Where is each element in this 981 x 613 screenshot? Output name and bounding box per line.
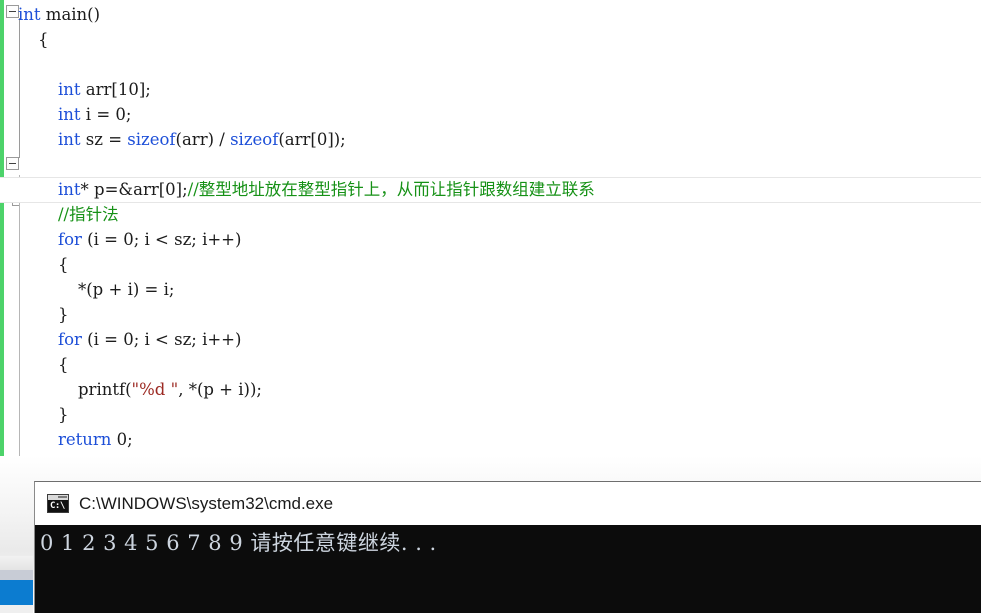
code-line-text: { xyxy=(0,252,69,277)
code-line-text: //指针法 xyxy=(0,202,119,227)
taskbar-nub-bottom xyxy=(0,605,33,613)
cmd-console-icon: C:\ xyxy=(47,494,69,513)
code-line-text: for (i = 0; i < sz; i++) xyxy=(0,227,241,252)
code-token-kw: for xyxy=(58,330,82,349)
code-line-text: { xyxy=(0,27,49,52)
code-token-pun: { xyxy=(58,355,69,374)
code-token-pun: } xyxy=(58,405,69,424)
code-token-pun: } xyxy=(58,305,69,324)
code-line-text: return 0; xyxy=(0,427,133,452)
code-token-str: "%d " xyxy=(131,380,179,399)
code-line[interactable] xyxy=(0,52,981,77)
code-token-kw: int xyxy=(58,180,81,199)
code-line-text: { xyxy=(0,352,69,377)
code-token-pun: (arr) / xyxy=(175,130,231,149)
code-line[interactable]: int main() xyxy=(0,2,981,27)
code-token-cmt: //指针法 xyxy=(58,205,119,224)
console-output-area[interactable]: 0 1 2 3 4 5 6 7 8 9 请按任意键继续. . . xyxy=(35,525,981,613)
code-line[interactable]: } xyxy=(0,302,981,327)
code-line[interactable]: for (i = 0; i < sz; i++) xyxy=(0,327,981,352)
code-token-pun: sz = xyxy=(80,130,128,149)
code-token-pun: * p=&arr[0]; xyxy=(80,180,188,199)
console-output-line: 0 1 2 3 4 5 6 7 8 9 请按任意键继续. . . xyxy=(40,531,437,555)
code-token-pun: printf( xyxy=(78,380,132,399)
code-line[interactable]: //指针法 xyxy=(0,202,981,227)
code-line[interactable]: { xyxy=(0,352,981,377)
code-token-pun: arr[10]; xyxy=(80,80,151,99)
console-window[interactable]: C:\ C:\WINDOWS\system32\cmd.exe 0 1 2 3 … xyxy=(34,481,981,613)
code-line-text: *(p + i) = i; xyxy=(0,277,174,302)
code-token-cmt: //整型地址放在整型指针上，从而让指针跟数组建立联系 xyxy=(187,180,595,199)
code-line-text: int i = 0; xyxy=(0,102,131,127)
code-line-text: } xyxy=(0,402,69,427)
code-token-pun: 0; xyxy=(111,430,133,449)
console-title-text: C:\WINDOWS\system32\cmd.exe xyxy=(79,493,334,513)
code-token-kw: int xyxy=(58,130,81,149)
cmd-icon-prompt: C:\ xyxy=(50,501,65,511)
code-token-kw: return xyxy=(58,430,112,449)
code-token-pun: { xyxy=(58,255,69,274)
code-token-pun: { xyxy=(38,30,49,49)
code-line[interactable]: int arr[10]; xyxy=(0,77,981,102)
code-token-kw: sizeof xyxy=(230,130,279,149)
code-token-pun: (arr[0]); xyxy=(278,130,346,149)
code-token-pun: *(p + i) = i; xyxy=(78,280,175,299)
code-token-kw: sizeof xyxy=(127,130,176,149)
code-line[interactable]: *(p + i) = i; xyxy=(0,277,981,302)
code-line-text: for (i = 0; i < sz; i++) xyxy=(0,327,241,352)
code-token-pun: (i = 0; i < sz; i++) xyxy=(81,230,242,249)
code-token-kw: int xyxy=(58,80,81,99)
code-line-text: int* p=&arr[0];//整型地址放在整型指针上，从而让指针跟数组建立联… xyxy=(0,178,595,202)
console-titlebar[interactable]: C:\ C:\WINDOWS\system32\cmd.exe xyxy=(35,482,981,525)
code-line[interactable]: int i = 0; xyxy=(0,102,981,127)
code-line[interactable]: for (i = 0; i < sz; i++) xyxy=(0,227,981,252)
code-line[interactable]: int* p=&arr[0];//整型地址放在整型指针上，从而让指针跟数组建立联… xyxy=(0,177,981,203)
code-line-text: } xyxy=(0,302,69,327)
code-line[interactable]: return 0; xyxy=(0,427,981,452)
code-token-kw: int xyxy=(18,5,41,24)
code-line-text: int sz = sizeof(arr) / sizeof(arr[0]); xyxy=(0,127,346,152)
code-line[interactable]: printf("%d ", *(p + i)); xyxy=(0,377,981,402)
code-line[interactable]: { xyxy=(0,252,981,277)
code-token-pun: , *(p + i)); xyxy=(178,380,262,399)
code-line[interactable] xyxy=(0,152,981,177)
code-line[interactable]: { xyxy=(0,27,981,52)
code-line-text: printf("%d ", *(p + i)); xyxy=(0,377,262,402)
taskbar-edge[interactable] xyxy=(0,556,33,613)
taskbar-nub-top xyxy=(0,556,33,570)
taskbar-nub-grey xyxy=(0,570,33,580)
code-line[interactable]: int sz = sizeof(arr) / sizeof(arr[0]); xyxy=(0,127,981,152)
code-editor[interactable]: int main(){int arr[10]; int i = 0; int sz … xyxy=(0,0,981,470)
code-token-kw: int xyxy=(58,105,81,124)
code-token-kw: for xyxy=(58,230,82,249)
code-token-pun: main() xyxy=(40,5,101,24)
code-line-text: int main() xyxy=(0,2,100,27)
code-line[interactable]: } xyxy=(0,402,981,427)
code-line-text: int arr[10]; xyxy=(0,77,151,102)
code-token-pun: (i = 0; i < sz; i++) xyxy=(81,330,242,349)
code-token-pun: i = 0; xyxy=(80,105,132,124)
taskbar-nub-accent[interactable] xyxy=(0,580,33,605)
